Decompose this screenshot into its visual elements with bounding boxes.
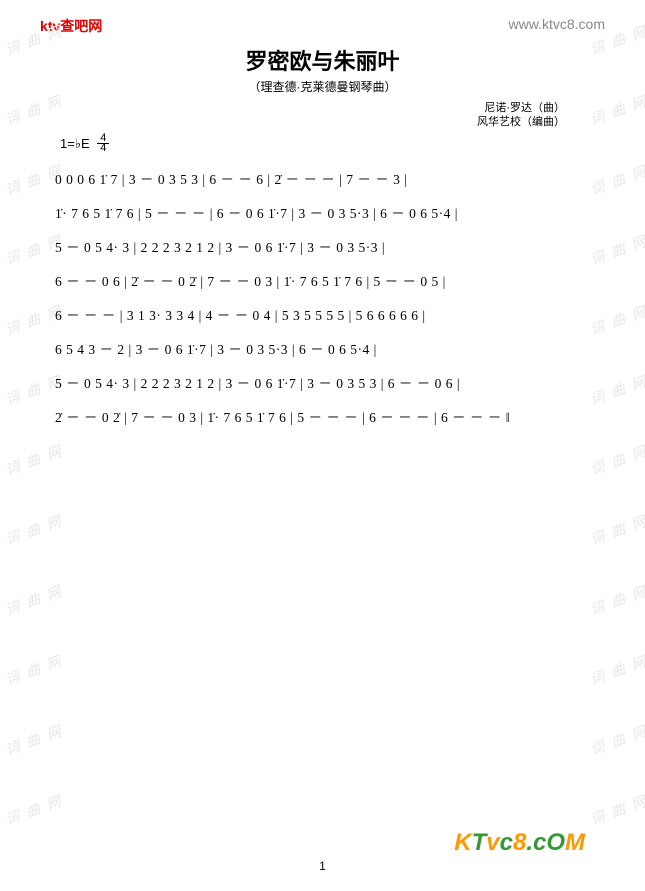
- credits: 尼诺·罗达（曲） 风华艺校（编曲）: [0, 101, 645, 130]
- header: ktv查吧网 www.ktvc8.com: [0, 0, 645, 42]
- watermark: 词 曲 网: [588, 510, 645, 549]
- watermark: 词 曲 网: [2, 580, 65, 619]
- page-number: 1: [319, 859, 326, 873]
- watermark: 词 曲 网: [2, 720, 65, 759]
- watermark: 词 曲 网: [588, 440, 645, 479]
- watermark: 词 曲 网: [588, 720, 645, 759]
- time-signature: 4 4: [97, 134, 109, 155]
- watermark: 词 曲 网: [2, 790, 65, 829]
- score-line: 5 － 0 5 4· 3 | 2 2 2 3 2 1 2 | 3 － 0 6 1…: [55, 366, 595, 400]
- score-line: 2̇ － － 0 2̇ | 7 － － 0 3 | 1̇· 7 6 5 1̇ 7…: [55, 400, 595, 434]
- score-line: 5 － 0 5 4· 3 | 2 2 2 3 2 1 2 | 3 － 0 6 1…: [55, 230, 595, 264]
- score-line: 1̇· 7 6 5 1̇ 7 6 | 5 － － － | 6 － 0 6 1̇·…: [55, 196, 595, 230]
- jianpu-score: 0 0 0 6 1̇ 7 | 3 － 0 3 5 3 | 6 － － 6 | 2…: [0, 154, 645, 434]
- score-line: 6 5 4 3 － 2 | 3 － 0 6 1̇·7 | 3 － 0 3 5·3…: [55, 332, 595, 366]
- watermark: 词 曲 网: [588, 650, 645, 689]
- song-title: 罗密欧与朱丽叶: [0, 44, 645, 76]
- watermark: 词 曲 网: [2, 650, 65, 689]
- site-logo: KTvc8.cOM: [454, 829, 585, 857]
- score-line: 6 － － － | 3 1 3· 3 3 4 | 4 － － 0 4 | 5 3…: [55, 298, 595, 332]
- composer: 尼诺·罗达（曲）: [0, 101, 565, 115]
- watermark: 词 曲 网: [2, 510, 65, 549]
- site-url: www.ktvc8.com: [509, 16, 605, 36]
- song-subtitle: （理查德·克莱德曼钢琴曲）: [0, 78, 645, 95]
- arranger: 风华艺校（编曲）: [0, 115, 565, 129]
- score-line: 6 － － 0 6 | 2̇ － － 0 2̇ | 7 － － 0 3 | 1̇…: [55, 264, 595, 298]
- watermark: 词 曲 网: [588, 790, 645, 829]
- watermark: 词 曲 网: [588, 580, 645, 619]
- watermark: 词 曲 网: [2, 440, 65, 479]
- score-line: 0 0 0 6 1̇ 7 | 3 － 0 3 5 3 | 6 － － 6 | 2…: [55, 162, 595, 196]
- document-page: 词 曲 网 词 曲 网 词 曲 网 词 曲 网 词 曲 网 词 曲 网 词 曲 …: [0, 0, 645, 891]
- key-signature: 1=♭E 4 4: [0, 134, 645, 155]
